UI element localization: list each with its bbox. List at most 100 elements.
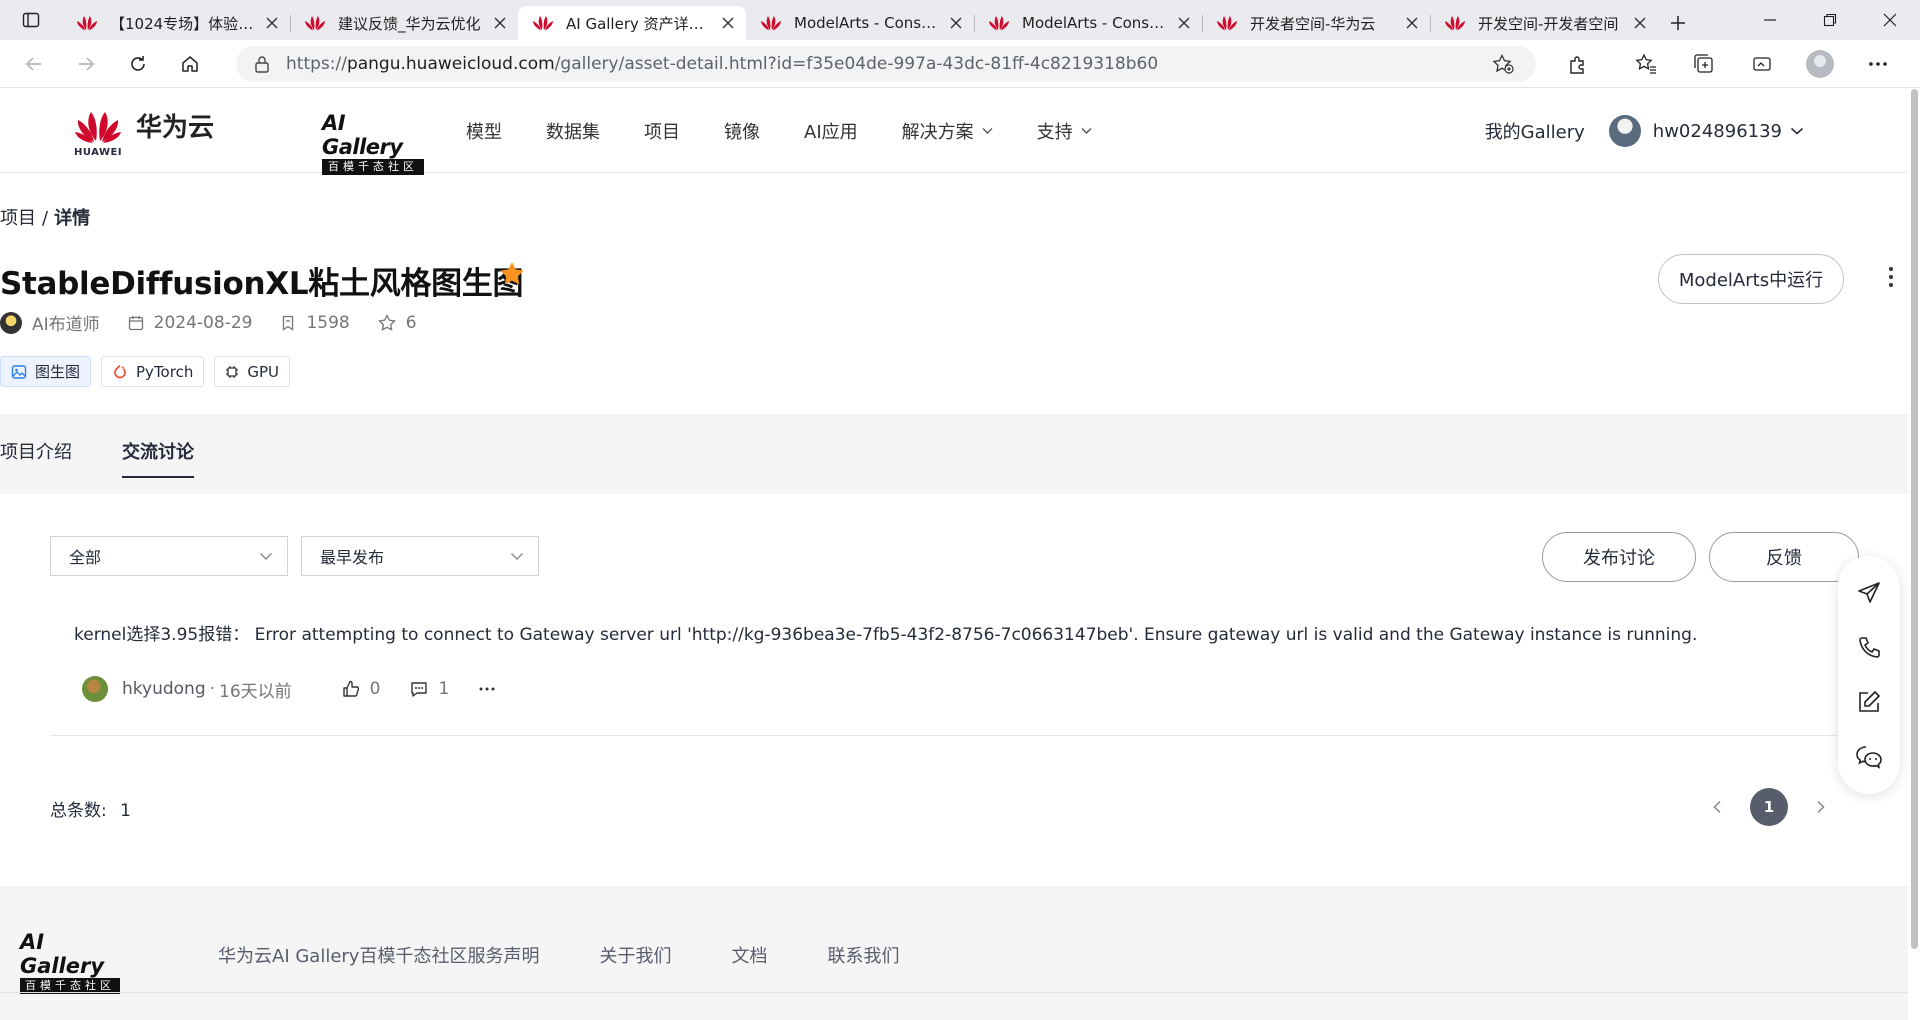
edit-feedback-button[interactable] — [1838, 676, 1900, 728]
wechat-button[interactable] — [1838, 731, 1900, 783]
browser-tab-title: 【1024专场】体验官: — [110, 14, 254, 33]
post-discussion-button[interactable]: 发布讨论 — [1542, 532, 1696, 582]
run-in-modelarts-button[interactable]: ModelArts中运行 — [1658, 254, 1844, 304]
new-tab-button[interactable] — [1658, 6, 1698, 40]
extensions-button[interactable] — [1556, 46, 1600, 82]
tag-label: GPU — [247, 362, 279, 381]
nav-item[interactable]: 数据集 — [546, 118, 600, 144]
comment-button[interactable]: 1 — [410, 679, 449, 699]
restore-button[interactable] — [1800, 0, 1860, 40]
tab-actions-button[interactable] — [0, 0, 62, 40]
huawei-favicon — [1217, 16, 1237, 31]
my-gallery-link[interactable]: 我的Gallery — [1485, 118, 1585, 144]
sort-filter-select[interactable]: 最早发布 — [301, 536, 539, 576]
share-button[interactable] — [1838, 567, 1900, 619]
forward-button[interactable] — [64, 44, 108, 84]
footer-links: 华为云AI Gallery百模千态社区服务声明 关于我们 文档 联系我们 — [218, 942, 899, 968]
add-favorite-button[interactable] — [1492, 54, 1514, 74]
window-controls — [1740, 0, 1920, 40]
contact-phone-button[interactable] — [1838, 622, 1900, 674]
favorites-icon — [1635, 53, 1656, 74]
author[interactable]: AI布道师 — [0, 310, 100, 335]
profile-button[interactable] — [1798, 46, 1842, 82]
browser-tab[interactable]: 建议反馈_华为云优化 — [290, 6, 518, 40]
feedback-button[interactable]: 反馈 — [1709, 532, 1859, 582]
category-filter-select[interactable]: 全部 — [50, 536, 288, 576]
bookmark-icon — [283, 315, 294, 331]
close-tab-icon[interactable] — [264, 15, 280, 31]
close-tab-icon[interactable] — [948, 15, 964, 31]
browser-tab[interactable]: 开发空间-开发者空间 — [1430, 6, 1658, 40]
page-button-current[interactable]: 1 — [1750, 788, 1788, 826]
browser-tab[interactable]: AI Gallery 资产详情_华 — [518, 6, 746, 40]
star-add-icon — [1492, 54, 1514, 74]
chevron-left-icon[interactable] — [1712, 800, 1722, 814]
browser-tab[interactable]: ModelArts - Console — [974, 6, 1202, 40]
close-tab-icon[interactable] — [720, 15, 736, 31]
tag-gpu[interactable]: GPU — [214, 356, 290, 387]
favorites-button[interactable] — [1624, 46, 1668, 82]
nav-item[interactable]: 支持 — [1037, 118, 1092, 144]
favorite-button[interactable] — [498, 260, 526, 288]
ai-gallery-logo[interactable]: AI Gallery 百模千态社区 — [322, 111, 424, 175]
footer-gallery-logo[interactable]: AI Gallery 百模千态社区 — [20, 930, 120, 994]
more-horizontal-icon — [1869, 62, 1887, 66]
breadcrumb-parent[interactable]: 项目 — [0, 208, 36, 229]
user-avatar[interactable] — [1608, 115, 1641, 147]
footer-link[interactable]: 联系我们 — [827, 942, 899, 968]
minimize-button[interactable] — [1740, 0, 1800, 40]
footer-link[interactable]: 关于我们 — [599, 942, 671, 968]
back-button[interactable] — [12, 44, 56, 84]
star-count: 6 — [377, 313, 417, 333]
asset-tags: 图生图 PyTorch GPU — [0, 356, 290, 387]
close-tab-icon[interactable] — [1176, 15, 1192, 31]
browser-tab[interactable]: 开发者空间-华为云 — [1202, 6, 1430, 40]
settings-more-button[interactable] — [1856, 46, 1900, 82]
chevron-down-icon — [982, 128, 993, 134]
footer-link[interactable]: 华为云AI Gallery百模千态社区服务声明 — [218, 942, 539, 968]
reload-button[interactable] — [116, 44, 160, 84]
scrollbar-thumb[interactable] — [1911, 89, 1918, 949]
like-button[interactable]: 0 — [342, 679, 380, 699]
chevron-down-icon — [511, 552, 523, 560]
post-more-button[interactable] — [479, 687, 495, 691]
footer-link[interactable]: 文档 — [731, 942, 767, 968]
screenshot-button[interactable] — [1740, 46, 1784, 82]
tag-img2img[interactable]: 图生图 — [0, 356, 92, 387]
collections-button[interactable] — [1682, 46, 1726, 82]
home-button[interactable] — [168, 44, 212, 84]
ai-gallery-title: AI Gallery — [322, 111, 403, 159]
detail-tab[interactable]: 交流讨论 — [122, 438, 194, 478]
browser-tab[interactable]: 【1024专场】体验官: — [62, 6, 290, 40]
site-header: 华为云 HUAWEI AI Gallery 百模千态社区 模型 数据集 项目 镜像 AI… — [0, 89, 1908, 175]
tag-pytorch[interactable]: PyTorch — [101, 356, 205, 387]
post-author-avatar[interactable] — [82, 676, 108, 702]
close-tab-icon[interactable] — [1632, 15, 1648, 31]
nav-item[interactable]: 模型 — [466, 118, 502, 144]
nav-item[interactable]: 解决方案 — [902, 118, 993, 144]
chevron-down-icon[interactable] — [1790, 126, 1804, 136]
huawei-cloud-logo[interactable]: 华为云 HUAWEI — [74, 107, 215, 158]
browser-tab[interactable]: ModelArts - Console — [746, 6, 974, 40]
chevron-right-icon[interactable] — [1816, 800, 1826, 814]
brand-name: 华为云 — [136, 113, 215, 143]
post-divider — [50, 735, 1842, 736]
breadcrumb-separator: / — [42, 208, 49, 229]
detail-tab[interactable]: 项目介绍 — [0, 438, 72, 478]
close-tab-icon[interactable] — [492, 15, 508, 31]
post-author[interactable]: hkyudong — [122, 679, 206, 699]
main-nav: 模型 数据集 项目 镜像 AI应用 解决方案 支持 — [466, 89, 1136, 173]
close-window-button[interactable] — [1860, 0, 1920, 40]
post-content[interactable]: kernel选择3.95报错： Error attempting to conn… — [74, 620, 1697, 645]
nav-item-label: 模型 — [466, 122, 502, 143]
download-count-text: 1598 — [306, 312, 350, 333]
ai-gallery-subtitle: 百模千态社区 — [322, 159, 424, 175]
nav-item[interactable]: AI应用 — [804, 118, 858, 144]
nav-item[interactable]: 镜像 — [724, 118, 760, 144]
close-tab-icon[interactable] — [1404, 15, 1420, 31]
nav-item[interactable]: 项目 — [644, 118, 680, 144]
username[interactable]: hw024896139 — [1653, 121, 1782, 142]
address-bar[interactable]: https://pangu.huaweicloud.com/gallery/as… — [236, 46, 1536, 82]
home-icon — [182, 55, 198, 72]
more-options-button[interactable] — [1888, 266, 1894, 288]
